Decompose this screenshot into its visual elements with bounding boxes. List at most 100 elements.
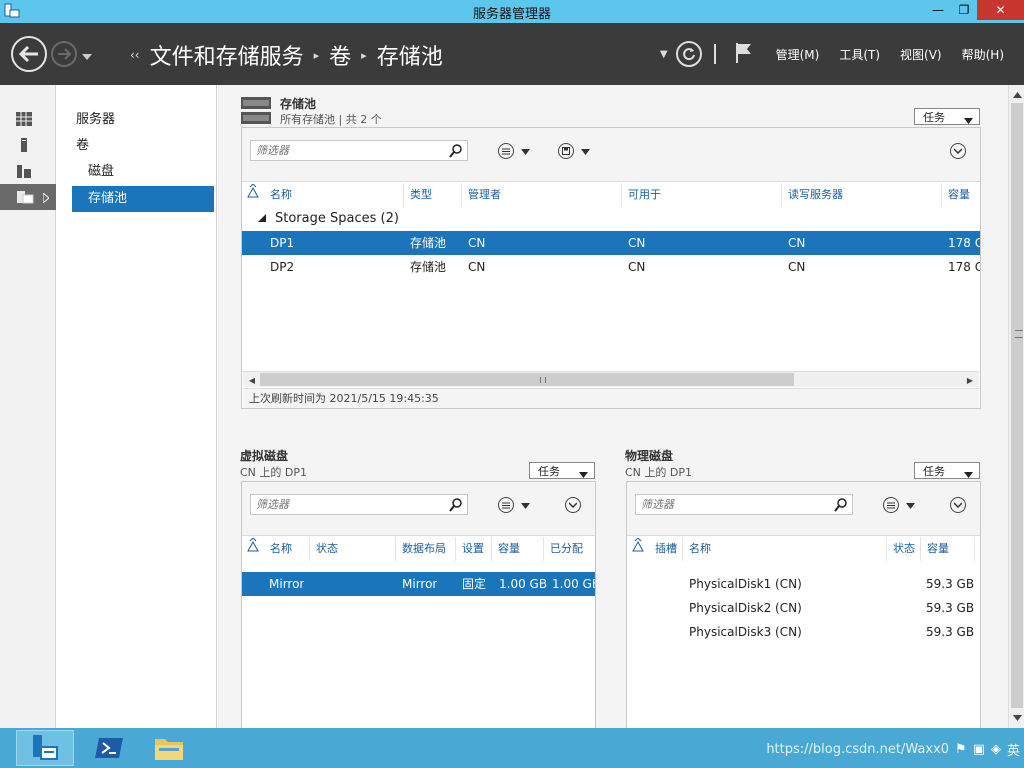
dropdown-arrow-icon [521, 144, 530, 158]
restore-button[interactable]: ❐ [951, 0, 977, 20]
column-rw-server[interactable]: 读写服务器 [782, 183, 942, 207]
tray-volume-icon[interactable]: ◈ [991, 742, 1001, 757]
nav-item-disks[interactable]: 磁盘 [88, 159, 216, 185]
search-icon[interactable] [449, 498, 463, 515]
cell-allocated: 1.00 GB [552, 577, 595, 591]
tray-flag-icon[interactable]: ⚑ [955, 742, 967, 757]
storage-pools-title: 存储池 [280, 97, 317, 111]
column-allocated[interactable]: 已分配 [544, 537, 596, 561]
pools-filter-input[interactable] [251, 141, 467, 160]
table-row[interactable]: Mirror Mirror 固定 1.00 GB 1.00 GB [242, 572, 595, 596]
pdisks-filter-box[interactable] [635, 494, 853, 515]
breadcrumb-item-storage-pools[interactable]: 存储池 [377, 39, 443, 71]
physical-disks-subtitle: CN 上的 DP1 [625, 466, 693, 479]
pdisks-expand-button[interactable] [950, 497, 966, 513]
rail-dashboard[interactable] [0, 106, 56, 132]
group-header-storage-spaces[interactable]: Storage Spaces (2) [242, 207, 980, 231]
rail-local-server[interactable] [0, 132, 56, 158]
menu-view[interactable]: 视图(V) [900, 46, 942, 63]
refresh-icon [682, 48, 695, 61]
pdisks-filter-input[interactable] [636, 495, 852, 514]
tray-ime-indicator[interactable]: 英 [1007, 740, 1020, 759]
rail-file-storage[interactable] [0, 184, 56, 210]
column-status[interactable]: 状态 [887, 537, 921, 561]
column-managed-by[interactable]: 管理者 [462, 183, 622, 207]
pools-list-options-button[interactable] [498, 143, 530, 159]
scroll-up-icon[interactable] [1009, 87, 1024, 103]
menu-tools[interactable]: 工具(T) [839, 46, 880, 63]
cell-available-to: CN [628, 236, 646, 250]
breadcrumb-separator-icon: ▸ [313, 48, 320, 62]
rail-all-servers[interactable] [0, 158, 56, 184]
dropdown-arrow-icon [964, 468, 973, 481]
vdisks-tasks-button[interactable]: 任务 [529, 462, 595, 479]
collapse-triangle-icon[interactable] [258, 207, 266, 231]
table-row[interactable]: DP2 存储池 CN CN CN 178 G [242, 255, 980, 279]
scroll-right-icon[interactable]: ▶ [963, 374, 977, 386]
scroll-left-icon[interactable]: ◀ [245, 374, 259, 386]
column-slot[interactable]: 插槽 [649, 537, 683, 561]
menu-help[interactable]: 帮助(H) [962, 46, 1004, 63]
column-capacity[interactable]: 容量 [942, 183, 982, 207]
forward-button[interactable] [51, 41, 77, 67]
column-capacity[interactable]: 容量 [921, 537, 975, 561]
taskbar-powershell[interactable] [80, 730, 138, 766]
warning-column-icon[interactable] [627, 537, 649, 561]
column-name[interactable]: 名称 [264, 537, 310, 561]
pools-expand-button[interactable] [950, 143, 966, 159]
expand-caret-icon[interactable] [42, 191, 50, 206]
group-label: Storage Spaces (2) [275, 211, 399, 226]
vdisks-filter-input[interactable] [251, 495, 467, 514]
column-name[interactable]: 名称 [264, 183, 404, 207]
notifications-flag-icon[interactable] [734, 42, 752, 67]
pools-horizontal-scrollbar[interactable]: ◀ ▶ [243, 371, 979, 387]
vdisks-filter-box[interactable] [250, 494, 468, 515]
taskbar-server-manager[interactable] [16, 730, 74, 766]
pools-column-header: 名称 类型 管理者 可用于 读写服务器 容量 [242, 183, 980, 207]
breadcrumb-item-file-storage[interactable]: 文件和存储服务 [150, 39, 304, 71]
pdisks-tasks-button[interactable]: 任务 [914, 462, 980, 479]
scrollbar-thumb[interactable] [260, 373, 794, 386]
menu-manage[interactable]: 管理(M) [776, 46, 820, 63]
taskbar-file-explorer[interactable] [140, 730, 198, 766]
close-button[interactable]: ✕ [977, 0, 1024, 20]
search-icon[interactable] [834, 498, 848, 515]
minimize-button[interactable]: — [925, 0, 951, 20]
folder-icon [155, 739, 183, 760]
pools-toolbar [242, 128, 980, 182]
breadcrumb-item-volumes[interactable]: 卷 [329, 39, 351, 71]
pools-filter-box[interactable] [250, 140, 468, 161]
nav-item-storage-pools[interactable]: 存储池 [72, 186, 214, 212]
column-name[interactable]: 名称 [683, 537, 887, 561]
table-row[interactable]: PhysicalDisk1 (CN) 59.3 GB [627, 572, 980, 596]
tray-network-icon[interactable]: ▣ [973, 742, 985, 757]
table-row[interactable]: PhysicalDisk3 (CN) 59.3 GB [627, 620, 980, 644]
table-row[interactable]: PhysicalDisk2 (CN) 59.3 GB [627, 596, 980, 620]
column-available-to[interactable]: 可用于 [622, 183, 782, 207]
breadcrumb-overflow-icon[interactable]: ‹‹ [130, 48, 140, 62]
scroll-down-icon[interactable] [1009, 710, 1024, 726]
server-manager-icon [33, 735, 58, 760]
pools-save-query-button[interactable] [558, 143, 590, 159]
nav-item-volumes[interactable]: 卷 [76, 133, 216, 159]
vdisks-list-options-button[interactable] [498, 497, 530, 513]
column-layout[interactable]: 数据布局 [396, 537, 456, 561]
pools-tasks-button[interactable]: 任务 [914, 108, 980, 125]
refresh-button[interactable] [675, 41, 702, 67]
history-dropdown-icon[interactable] [82, 49, 92, 63]
warning-column-icon[interactable] [242, 183, 264, 207]
column-status[interactable]: 状态 [310, 537, 396, 561]
scrollbar-thumb[interactable] [1011, 103, 1023, 708]
column-capacity[interactable]: 容量 [492, 537, 544, 561]
column-provisioning[interactable]: 设置 [456, 537, 492, 561]
nav-item-servers[interactable]: 服务器 [76, 107, 216, 133]
pdisks-list-options-button[interactable] [883, 497, 915, 513]
vdisks-expand-button[interactable] [565, 497, 581, 513]
breadcrumb-dropdown-icon[interactable]: ▼ [660, 49, 668, 60]
search-icon[interactable] [449, 144, 463, 161]
column-type[interactable]: 类型 [404, 183, 462, 207]
warning-column-icon[interactable] [242, 537, 264, 561]
content-vertical-scrollbar[interactable] [1008, 85, 1024, 728]
back-button[interactable] [11, 36, 47, 72]
table-row[interactable]: DP1 存储池 CN CN CN 178 G [242, 231, 980, 255]
